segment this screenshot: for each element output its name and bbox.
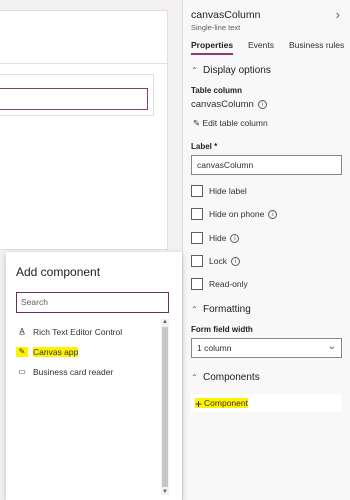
add-component-flyout: Add component Search A̲ Rich Text Editor … (6, 252, 182, 500)
section-formatting[interactable]: ⌃ Formatting (191, 304, 251, 315)
checkbox[interactable] (191, 278, 203, 290)
tab-properties[interactable]: Properties (191, 40, 233, 50)
scrollbar-thumb[interactable] (162, 327, 168, 487)
chevron-up-icon: ⌃ (191, 373, 198, 382)
flyout-title: Add component (16, 265, 101, 279)
rich-text-icon: A̲ (19, 327, 25, 336)
chevron-up-icon: ⌃ (191, 305, 198, 314)
info-icon[interactable]: i (230, 257, 240, 266)
checkbox[interactable] (191, 255, 203, 267)
chevron-down-icon: ⌄ (327, 341, 336, 352)
pencil-icon: ✎ (193, 118, 201, 128)
checkbox-lock[interactable]: Lock i (191, 255, 240, 267)
form-field-width-label: Form field width (191, 325, 253, 334)
list-item-rich-text-editor[interactable]: A̲ Rich Text Editor Control (16, 322, 162, 342)
label-caption: Label * (191, 142, 218, 151)
table-column-label: Table column (191, 86, 242, 95)
table-column-value: canvasColumn i (191, 99, 267, 110)
chevron-right-icon[interactable]: › (336, 7, 340, 22)
tab-active-indicator (191, 53, 233, 55)
form-section[interactable] (0, 74, 154, 116)
canvas-app-icon: ✎ (16, 347, 28, 357)
info-icon[interactable]: i (268, 210, 278, 219)
form-card (0, 10, 168, 250)
scroll-down-icon[interactable]: ▼ (161, 489, 169, 495)
list-item-business-card-reader[interactable]: ▭ Business card reader (16, 362, 162, 382)
search-input[interactable]: Search (16, 292, 169, 313)
checkbox-hide-label[interactable]: Hide label (191, 185, 247, 197)
plus-icon: + (195, 397, 203, 411)
panel-title: canvasColumn (191, 9, 261, 21)
business-card-icon: ▭ (18, 367, 26, 376)
info-icon[interactable]: i (230, 234, 240, 243)
list-item-canvas-app[interactable]: ✎ Canvas app (16, 342, 162, 362)
section-components[interactable]: ⌃ Components (191, 372, 260, 383)
info-icon[interactable]: i (257, 100, 267, 109)
tab-business-rules[interactable]: Business rules (289, 40, 344, 50)
chevron-up-icon: ⌃ (191, 66, 198, 75)
checkbox-read-only[interactable]: Read-only (191, 278, 248, 290)
checkbox[interactable] (191, 232, 203, 244)
scroll-up-icon[interactable]: ▲ (161, 319, 169, 325)
form-header (0, 11, 167, 64)
label-input[interactable]: canvasColumn (191, 155, 342, 175)
checkbox-hide-on-phone[interactable]: Hide on phone i (191, 208, 278, 220)
tab-events[interactable]: Events (248, 40, 274, 50)
checkbox[interactable] (191, 185, 203, 197)
component-list: A̲ Rich Text Editor Control ✎ Canvas app ▭… (16, 322, 162, 382)
checkbox-hide[interactable]: Hide i (191, 232, 240, 244)
section-display-options[interactable]: ⌃ Display options (191, 65, 271, 76)
properties-panel: canvasColumn Single-line text › Properti… (182, 0, 350, 500)
panel-subtitle: Single-line text (191, 23, 241, 32)
add-component-button[interactable]: + Component (191, 394, 342, 412)
checkbox[interactable] (191, 208, 203, 220)
form-field-width-dropdown[interactable]: 1 column ⌄ (191, 338, 342, 358)
scrollbar[interactable]: ▲ ▼ (161, 319, 169, 495)
canvas-field-input[interactable] (0, 88, 148, 110)
edit-table-column-link[interactable]: ✎ Edit table column (193, 118, 268, 129)
